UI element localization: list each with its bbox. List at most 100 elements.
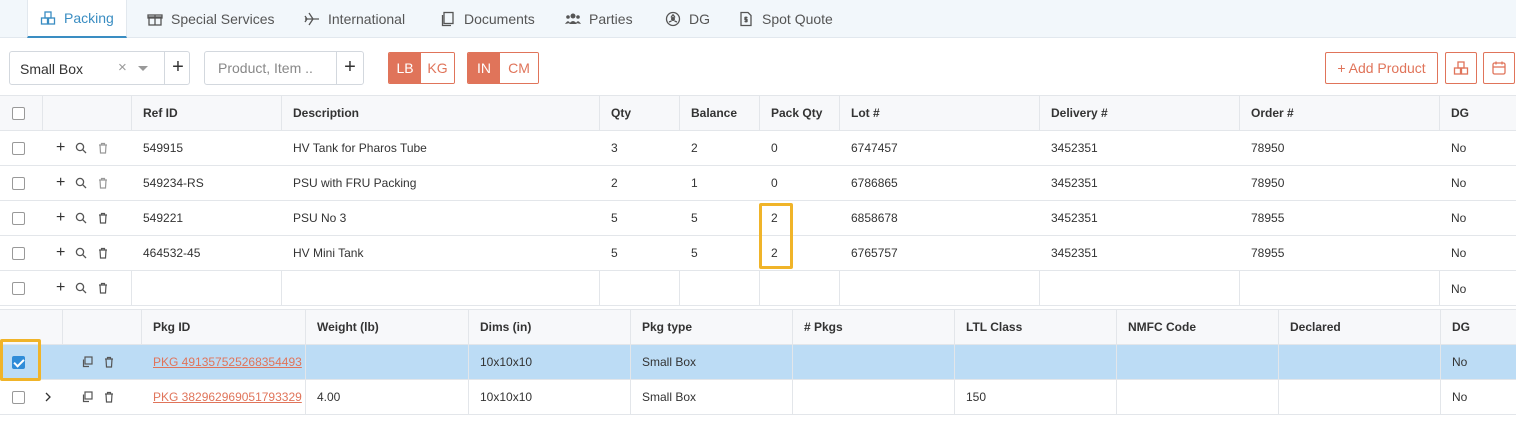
- search-icon[interactable]: [75, 177, 87, 189]
- col-pkg-id[interactable]: Pkg ID: [141, 310, 190, 344]
- cell-nmfc[interactable]: [1116, 345, 1128, 379]
- package-row: PKG 382962969051793329 4.00 10x10x10 Sma…: [0, 380, 1516, 415]
- col-nmfc[interactable]: NMFC Code: [1116, 310, 1196, 344]
- pkg-id-link[interactable]: PKG 491357525268354493: [153, 355, 302, 369]
- add-item-button[interactable]: +: [338, 56, 362, 79]
- cell-ref-id[interactable]: [131, 271, 143, 306]
- cell-lot[interactable]: [839, 271, 851, 306]
- pkg-id-link[interactable]: PKG 382962969051793329: [153, 390, 302, 404]
- search-icon[interactable]: [75, 212, 87, 224]
- col-ltl-class[interactable]: LTL Class: [954, 310, 1022, 344]
- col-ref-id[interactable]: Ref ID: [131, 96, 178, 130]
- col-pkgs[interactable]: # Pkgs: [792, 310, 843, 344]
- trash-icon[interactable]: [97, 247, 109, 259]
- cell-nmfc[interactable]: [1116, 380, 1128, 414]
- search-icon[interactable]: [75, 282, 87, 294]
- product-row-empty: + No: [0, 271, 1516, 306]
- cell-ltl-class[interactable]: [954, 345, 966, 379]
- row-checkbox[interactable]: [12, 390, 25, 404]
- trash-icon[interactable]: [103, 356, 115, 368]
- cell-balance: 5: [691, 211, 698, 225]
- copy-icon[interactable]: [81, 391, 93, 403]
- tab-packing[interactable]: Packing: [27, 0, 127, 38]
- tab-international[interactable]: International: [304, 0, 405, 38]
- cell-pkg-type[interactable]: Small Box: [630, 380, 696, 414]
- row-checkbox[interactable]: [12, 176, 25, 190]
- product-search-input[interactable]: [206, 53, 334, 83]
- cell-lot: 6747457: [851, 141, 898, 155]
- cell-weight[interactable]: 4.00: [305, 380, 340, 414]
- clear-icon[interactable]: ×: [118, 59, 127, 76]
- cell-pkg-type[interactable]: Small Box: [630, 345, 696, 379]
- tab-documents[interactable]: Documents: [440, 0, 535, 38]
- cell-description[interactable]: [281, 271, 293, 306]
- col-pack-qty[interactable]: Pack Qty: [759, 96, 822, 130]
- add-product-button[interactable]: + Add Product: [1325, 52, 1438, 84]
- col-pkg-type[interactable]: Pkg type: [630, 310, 692, 344]
- package-type-select[interactable]: Small Box × +: [9, 51, 190, 85]
- col-qty[interactable]: Qty: [599, 96, 631, 130]
- col-pkg-dg[interactable]: DG: [1440, 310, 1470, 344]
- trash-icon[interactable]: [97, 142, 109, 154]
- cell-pack-qty[interactable]: 0: [760, 131, 778, 165]
- chevron-down-icon[interactable]: [138, 66, 148, 71]
- col-weight[interactable]: Weight (lb): [305, 310, 379, 344]
- chevron-right-icon[interactable]: [43, 392, 53, 402]
- cell-order[interactable]: [1239, 271, 1251, 306]
- tab-bar: Packing Special Services International D…: [0, 0, 1516, 38]
- trash-icon[interactable]: [97, 177, 109, 189]
- tab-spot-quote[interactable]: Spot Quote: [738, 0, 833, 38]
- cell-dims[interactable]: 10x10x10: [468, 380, 532, 414]
- unit-kg-button[interactable]: KG: [421, 53, 454, 83]
- cell-delivery[interactable]: [1039, 271, 1051, 306]
- add-row-button[interactable]: +: [56, 210, 65, 226]
- pack-boxes-button[interactable]: [1445, 52, 1477, 84]
- trash-icon[interactable]: [103, 391, 115, 403]
- trash-icon[interactable]: [97, 212, 109, 224]
- unit-in-button[interactable]: IN: [468, 53, 500, 83]
- cell-order: 78955: [1251, 246, 1285, 260]
- tab-international-label: International: [328, 11, 406, 27]
- add-row-button[interactable]: +: [56, 280, 65, 296]
- tab-special-services[interactable]: Special Services: [147, 0, 275, 38]
- trash-icon[interactable]: [97, 282, 109, 294]
- add-row-button[interactable]: +: [56, 140, 65, 156]
- col-order[interactable]: Order #: [1239, 96, 1294, 130]
- cell-dg: No: [1451, 176, 1467, 190]
- cell-declared[interactable]: [1278, 380, 1290, 414]
- col-dims[interactable]: Dims (in): [468, 310, 531, 344]
- search-icon[interactable]: [75, 142, 87, 154]
- cell-pack-qty[interactable]: [759, 271, 771, 306]
- row-checkbox[interactable]: [12, 281, 25, 295]
- cell-balance[interactable]: [679, 271, 691, 306]
- row-checkbox[interactable]: [12, 211, 25, 225]
- unit-lb-button[interactable]: LB: [389, 53, 421, 83]
- col-dg[interactable]: DG: [1439, 96, 1469, 130]
- search-icon[interactable]: [75, 247, 87, 259]
- col-declared[interactable]: Declared: [1278, 310, 1341, 344]
- col-balance[interactable]: Balance: [679, 96, 737, 130]
- row-checkbox[interactable]: [12, 246, 25, 260]
- cell-lot: 6765757: [851, 246, 898, 260]
- cell-pack-qty[interactable]: 0: [760, 166, 778, 200]
- row-checkbox[interactable]: [12, 141, 25, 155]
- select-all-products-checkbox[interactable]: [12, 106, 25, 120]
- add-row-button[interactable]: +: [56, 245, 65, 261]
- add-package-button[interactable]: +: [166, 56, 190, 79]
- unit-cm-button[interactable]: CM: [500, 53, 538, 83]
- col-lot[interactable]: Lot #: [839, 96, 880, 130]
- cell-declared[interactable]: [1278, 345, 1290, 379]
- col-description[interactable]: Description: [281, 96, 359, 130]
- copy-icon[interactable]: [81, 356, 93, 368]
- col-delivery[interactable]: Delivery #: [1039, 96, 1108, 130]
- cell-weight[interactable]: [305, 345, 317, 379]
- cell-ltl-class[interactable]: 150: [954, 380, 986, 414]
- cell-pkgs[interactable]: [792, 345, 804, 379]
- calendar-button[interactable]: [1483, 52, 1515, 84]
- add-row-button[interactable]: +: [56, 175, 65, 191]
- cell-pkgs[interactable]: [792, 380, 804, 414]
- tab-parties[interactable]: Parties: [565, 0, 633, 38]
- cell-qty[interactable]: [599, 271, 611, 306]
- cell-dims[interactable]: 10x10x10: [468, 345, 532, 379]
- tab-dg[interactable]: DG: [665, 0, 710, 38]
